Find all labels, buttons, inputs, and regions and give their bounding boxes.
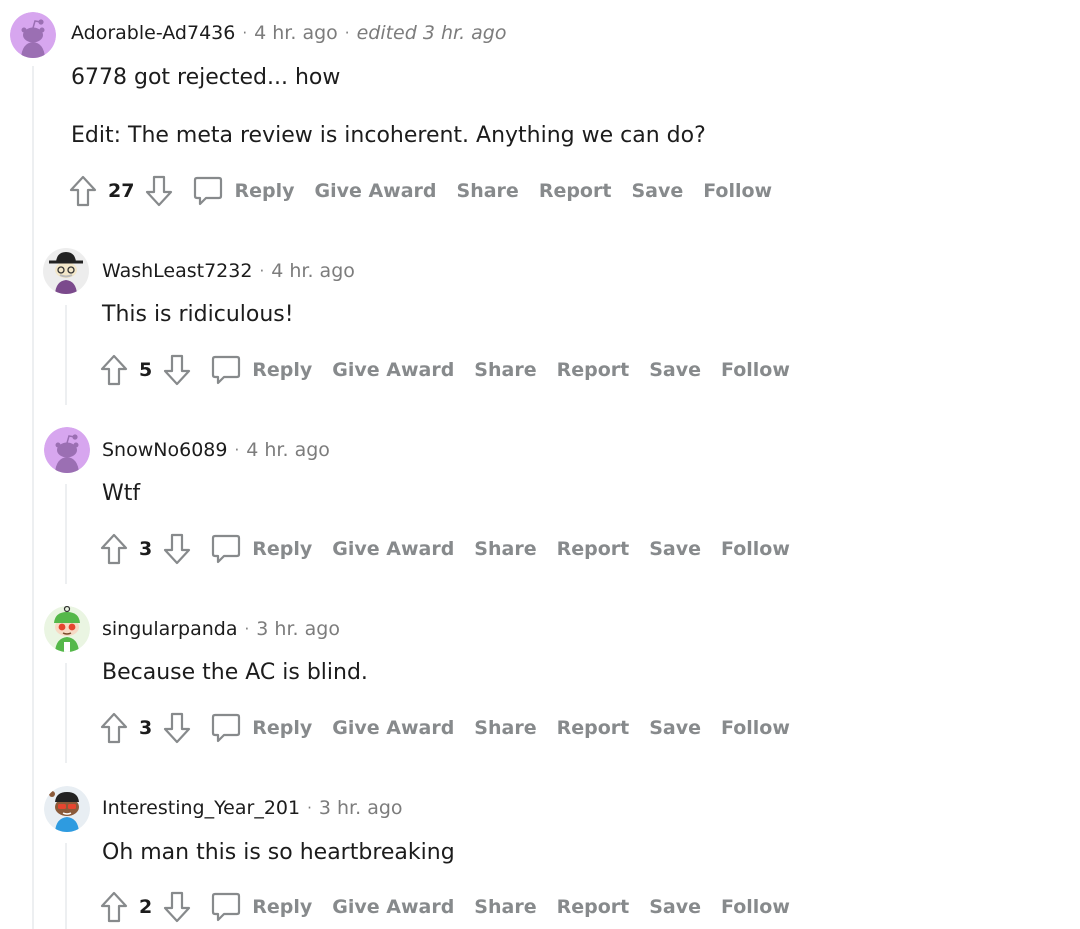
comment-meta: WashLeast7232 · 4 hr. ago [102, 260, 355, 282]
vote-count: 3 [139, 538, 153, 560]
comment-body: Edit: The meta review is incoherent. Any… [71, 123, 706, 148]
downvote-icon[interactable] [162, 711, 192, 745]
report-button[interactable]: Report [557, 717, 630, 739]
upvote-icon[interactable] [99, 353, 129, 387]
action-bar: 27 Reply Give Award Share Report Save Fo… [68, 171, 792, 211]
author-link[interactable]: Adorable-Ad7436 [71, 22, 235, 44]
downvote-icon[interactable] [162, 890, 192, 924]
action-bar: 5 Reply Give Award Share Report Save Fol… [99, 350, 810, 390]
vote-count: 27 [108, 180, 135, 202]
avatar[interactable] [43, 248, 89, 294]
comment-bubble-icon[interactable] [210, 711, 242, 745]
report-button[interactable]: Report [557, 359, 630, 381]
save-button[interactable]: Save [649, 896, 701, 918]
upvote-icon[interactable] [99, 890, 129, 924]
timestamp[interactable]: 3 hr. ago [256, 618, 340, 640]
action-bar: 3 Reply Give Award Share Report Save Fol… [99, 708, 810, 748]
comment-body: Because the AC is blind. [102, 660, 368, 685]
timestamp[interactable]: 4 hr. ago [246, 439, 330, 461]
edited-label: edited 3 hr. ago [356, 22, 507, 44]
separator-dot: · [244, 620, 250, 638]
timestamp[interactable]: 3 hr. ago [319, 797, 403, 819]
comment-meta: Interesting_Year_201 · 3 hr. ago [102, 797, 403, 819]
avatar[interactable] [44, 786, 90, 832]
action-bar: 2 Reply Give Award Share Report Save Fol… [99, 887, 810, 927]
comment-bubble-icon[interactable] [210, 890, 242, 924]
report-button[interactable]: Report [557, 538, 630, 560]
save-button[interactable]: Save [649, 538, 701, 560]
thread-line-c3[interactable] [65, 663, 67, 763]
comment-body: Oh man this is so heartbreaking [102, 840, 455, 865]
downvote-icon[interactable] [162, 353, 192, 387]
follow-button[interactable]: Follow [721, 538, 790, 560]
author-link[interactable]: singularpanda [102, 618, 238, 640]
share-button[interactable]: Share [474, 717, 536, 739]
snoo-avatar-icon [43, 248, 89, 294]
thread-line-root[interactable] [32, 66, 34, 929]
comment-meta: SnowNo6089 · 4 hr. ago [102, 439, 330, 461]
reply-button[interactable]: Reply [234, 180, 294, 202]
upvote-icon[interactable] [99, 711, 129, 745]
separator-dot: · [259, 262, 265, 280]
author-link[interactable]: Interesting_Year_201 [102, 797, 300, 819]
reply-button[interactable]: Reply [252, 538, 312, 560]
comment-body: Wtf [102, 481, 141, 506]
save-button[interactable]: Save [649, 717, 701, 739]
author-link[interactable]: WashLeast7232 [102, 260, 252, 282]
separator-dot: · [307, 799, 312, 817]
comment-bubble-icon[interactable] [192, 174, 224, 208]
follow-button[interactable]: Follow [721, 896, 790, 918]
vote-count: 3 [139, 717, 153, 739]
report-button[interactable]: Report [539, 180, 612, 202]
comment-body: 6778 got rejected... how [71, 65, 341, 90]
reply-button[interactable]: Reply [252, 896, 312, 918]
give-award-button[interactable]: Give Award [332, 538, 454, 560]
upvote-icon[interactable] [99, 532, 129, 566]
avatar[interactable] [44, 606, 90, 652]
report-button[interactable]: Report [557, 896, 630, 918]
give-award-button[interactable]: Give Award [332, 717, 454, 739]
follow-button[interactable]: Follow [721, 359, 790, 381]
save-button[interactable]: Save [649, 359, 701, 381]
vote-count: 2 [139, 896, 153, 918]
give-award-button[interactable]: Give Award [332, 359, 454, 381]
thread-line-c1[interactable] [65, 305, 67, 405]
share-button[interactable]: Share [474, 538, 536, 560]
avatar[interactable] [44, 427, 90, 473]
comment-bubble-icon[interactable] [210, 532, 242, 566]
separator-dot: · [242, 24, 248, 42]
downvote-icon[interactable] [162, 532, 192, 566]
reply-button[interactable]: Reply [252, 717, 312, 739]
save-button[interactable]: Save [631, 180, 683, 202]
action-bar: 3 Reply Give Award Share Report Save Fol… [99, 529, 810, 569]
thread-line-c4[interactable] [65, 843, 67, 929]
author-link[interactable]: SnowNo6089 [102, 439, 227, 461]
comment-meta: singularpanda · 3 hr. ago [102, 618, 340, 640]
snoo-avatar-icon [44, 606, 90, 652]
follow-button[interactable]: Follow [721, 717, 790, 739]
avatar[interactable] [10, 12, 56, 58]
timestamp[interactable]: 4 hr. ago [271, 260, 355, 282]
comment-body: This is ridiculous! [102, 302, 294, 327]
separator-dot: · [234, 441, 240, 459]
share-button[interactable]: Share [474, 896, 536, 918]
timestamp[interactable]: 4 hr. ago [254, 22, 338, 44]
snoo-avatar-icon [44, 427, 90, 473]
share-button[interactable]: Share [457, 180, 519, 202]
snoo-avatar-icon [44, 786, 90, 832]
thread-line-c2[interactable] [65, 484, 67, 584]
give-award-button[interactable]: Give Award [332, 896, 454, 918]
give-award-button[interactable]: Give Award [314, 180, 436, 202]
comment-meta: Adorable-Ad7436 · 4 hr. ago · edited 3 h… [71, 22, 507, 44]
comment-bubble-icon[interactable] [210, 353, 242, 387]
separator-dot: · [344, 24, 350, 42]
share-button[interactable]: Share [474, 359, 536, 381]
downvote-icon[interactable] [144, 174, 174, 208]
upvote-icon[interactable] [68, 174, 98, 208]
follow-button[interactable]: Follow [703, 180, 772, 202]
snoo-avatar-icon [10, 12, 56, 58]
reply-button[interactable]: Reply [252, 359, 312, 381]
vote-count: 5 [139, 359, 153, 381]
